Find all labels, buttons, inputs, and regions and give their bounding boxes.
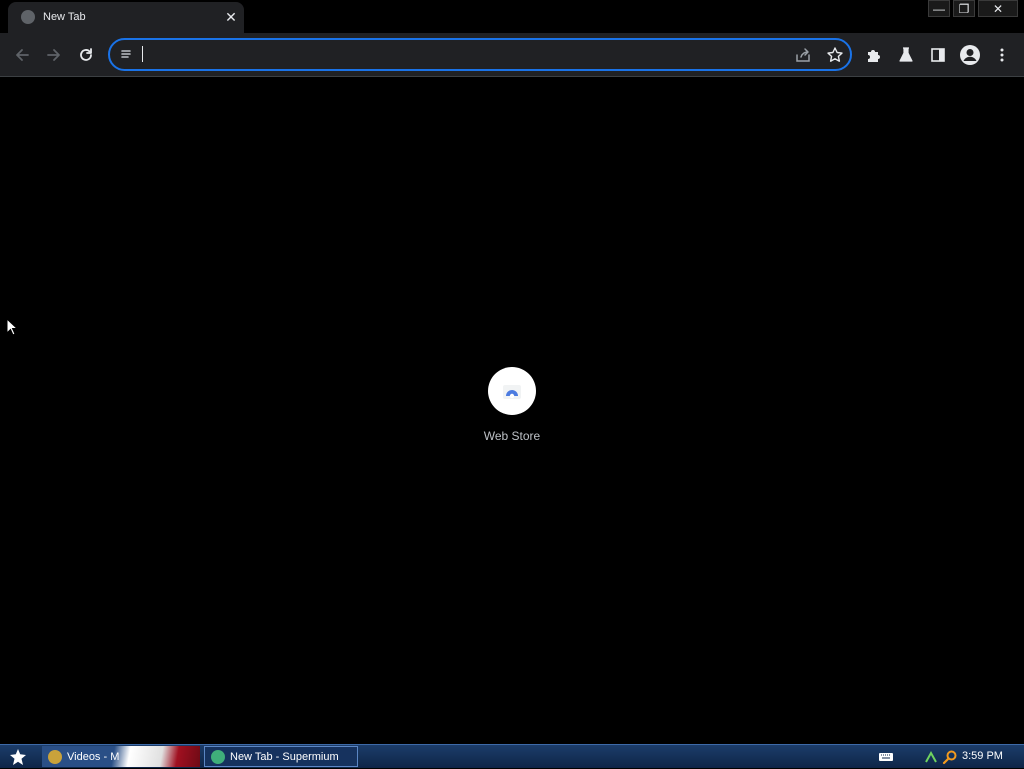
toolbar — [0, 33, 1024, 77]
arrow-left-icon — [16, 49, 29, 61]
tab-title: New Tab — [43, 11, 86, 23]
network-icon[interactable] — [924, 745, 938, 769]
bookmark-star-icon[interactable] — [826, 46, 844, 69]
puzzle-icon — [868, 50, 880, 62]
tab-new-tab[interactable]: New Tab ✕ — [8, 2, 244, 33]
kebab-menu-icon — [1000, 48, 1004, 62]
close-window-button[interactable]: ✕ — [978, 0, 1018, 17]
shortcut-icon-circle — [488, 367, 536, 415]
clock: 3:59 PM — [962, 750, 1003, 762]
side-panel-button[interactable] — [926, 43, 950, 67]
minimize-button[interactable]: — — [928, 0, 950, 17]
back-button[interactable] — [10, 43, 34, 67]
taskbar: Videos - M New Tab - Supermium 3:59 PM — [0, 744, 1024, 768]
supermium-icon — [211, 749, 225, 764]
web-store-icon — [503, 385, 521, 399]
tab-close-button[interactable]: ✕ — [222, 8, 240, 26]
new-tab-page: Web Store — [0, 77, 1024, 744]
menu-button[interactable] — [990, 43, 1014, 67]
reload-icon — [80, 48, 92, 61]
reload-button[interactable] — [74, 43, 98, 67]
address-input[interactable] — [140, 44, 770, 65]
taskbar-item-label: Videos - M — [67, 750, 120, 763]
forward-button[interactable] — [42, 43, 66, 67]
app-icon — [48, 749, 62, 764]
taskbar-item-label: New Tab - Supermium — [230, 750, 339, 763]
shortcut-label: Web Store — [483, 429, 541, 443]
shortcut-web-store[interactable]: Web Store — [472, 367, 552, 447]
labs-button[interactable] — [894, 43, 918, 67]
flask-icon — [899, 47, 913, 62]
extensions-button[interactable] — [862, 43, 886, 67]
address-bar[interactable] — [108, 38, 852, 71]
star-icon — [10, 749, 26, 765]
mouse-pointer-icon — [6, 318, 18, 336]
taskbar-item-videos[interactable]: Videos - M — [42, 746, 200, 767]
restore-button[interactable]: ❐ — [953, 0, 975, 17]
profile-button[interactable] — [958, 43, 982, 67]
globe-icon — [21, 10, 35, 24]
arrow-right-icon — [47, 49, 60, 61]
avatar-icon — [960, 45, 980, 65]
text-caret — [142, 46, 143, 62]
search-icon[interactable] — [942, 745, 958, 769]
share-icon[interactable] — [794, 46, 812, 69]
browser-window: New Tab ✕ — ❐ ✕ Web Store — [0, 0, 1024, 744]
side-panel-icon — [931, 48, 945, 62]
start-button[interactable] — [4, 746, 32, 768]
taskbar-item-supermium[interactable]: New Tab - Supermium — [204, 746, 358, 767]
tab-strip: New Tab ✕ — ❐ ✕ — [0, 0, 1024, 33]
keyboard-icon[interactable] — [878, 745, 894, 769]
site-info-icon[interactable] — [119, 47, 133, 66]
